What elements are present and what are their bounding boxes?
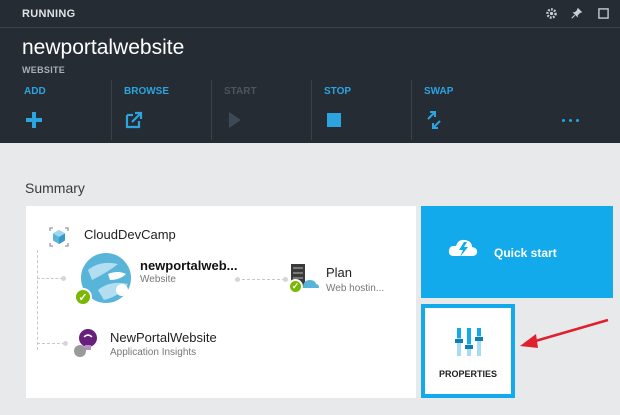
stop-icon <box>327 113 341 127</box>
plan-subtitle: Web hostin... <box>326 283 385 294</box>
status-text: RUNNING <box>22 8 76 20</box>
hosting-plan-icon[interactable]: ✓ <box>288 262 319 294</box>
resource-group-icon <box>49 227 69 247</box>
start-button[interactable]: START <box>212 80 312 140</box>
cloud-bolt-icon <box>448 239 478 257</box>
tree-dot <box>235 277 240 282</box>
start-label: START <box>224 86 257 97</box>
annotation-arrow-icon <box>520 318 609 348</box>
swap-label: SWAP <box>424 86 454 97</box>
page-title: newportalwebsite <box>22 36 185 59</box>
browse-label: BROWSE <box>124 86 169 97</box>
plus-icon <box>26 112 42 128</box>
website-title[interactable]: newportalweb... <box>140 258 240 273</box>
stop-label: STOP <box>324 86 352 97</box>
quick-start-label: Quick start <box>494 246 557 260</box>
pin-icon[interactable] <box>570 6 584 20</box>
sliders-icon <box>455 328 483 356</box>
blade-header: RUNNING newportalwebsite WEBSITE ADD BRO… <box>0 0 620 143</box>
more-options-button[interactable] <box>540 80 600 140</box>
browse-icon <box>125 111 143 129</box>
status-bar: RUNNING <box>0 0 620 28</box>
command-bar: ADD BROWSE START STOP SWAP <box>12 80 512 140</box>
status-check-icon: ✓ <box>288 279 303 294</box>
quick-start-tile[interactable]: Quick start <box>421 206 613 298</box>
properties-label: PROPERTIES <box>438 369 497 379</box>
swap-icon <box>427 111 441 129</box>
properties-tile[interactable]: PROPERTIES <box>421 304 515 398</box>
tree-connector <box>37 250 38 350</box>
section-title: Summary <box>25 180 85 196</box>
tree-dot <box>283 277 288 282</box>
add-button[interactable]: ADD <box>12 80 112 140</box>
insights-subtitle: Application Insights <box>110 347 197 358</box>
tree-connector <box>37 278 63 279</box>
page-subtitle: WEBSITE <box>22 65 66 75</box>
lightbulb-icon[interactable] <box>72 328 100 358</box>
website-subtitle: Website <box>140 274 176 285</box>
add-label: ADD <box>24 86 46 97</box>
tree-connector <box>237 279 285 280</box>
website-globe-icon[interactable]: ✓ <box>74 250 134 306</box>
swap-button[interactable]: SWAP <box>412 80 512 140</box>
stop-button[interactable]: STOP <box>312 80 412 140</box>
play-icon <box>229 112 241 128</box>
tree-dot <box>63 341 68 346</box>
tree-connector <box>37 343 65 344</box>
plan-title[interactable]: Plan <box>326 265 352 280</box>
browse-button[interactable]: BROWSE <box>112 80 212 140</box>
status-check-icon: ✓ <box>74 288 92 306</box>
insights-title[interactable]: NewPortalWebsite <box>110 330 217 345</box>
tree-dot <box>61 276 66 281</box>
window-controls <box>544 6 610 20</box>
settings-icon[interactable] <box>544 6 558 20</box>
maximize-icon[interactable] <box>596 6 610 20</box>
resource-group-label[interactable]: CloudDevCamp <box>84 227 176 242</box>
